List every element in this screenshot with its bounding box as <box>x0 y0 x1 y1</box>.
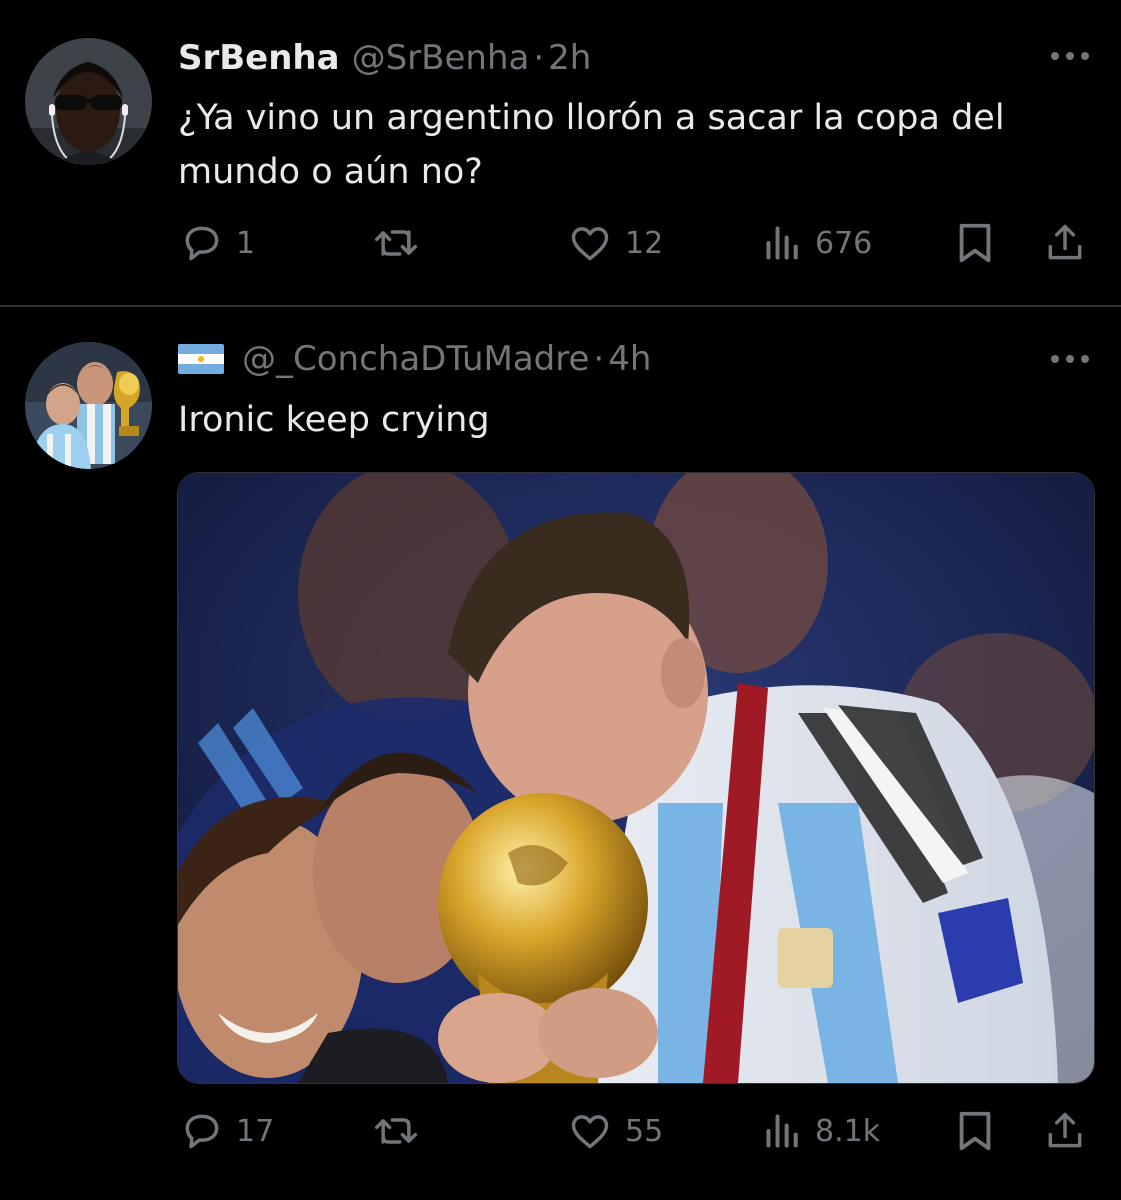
share-upload-icon <box>1048 1112 1082 1148</box>
action-bar: 17 55 8.1k <box>0 1107 1121 1155</box>
more-options-button[interactable] <box>1049 349 1091 369</box>
retweet-button[interactable] <box>372 1107 420 1155</box>
share-upload-icon <box>1048 224 1082 260</box>
bar-chart-icon <box>766 226 798 260</box>
reply-count: 17 <box>236 1113 275 1149</box>
tweet-text: Ironic keep crying <box>178 400 490 440</box>
reply-button[interactable]: 1 <box>180 219 255 267</box>
bookmark-icon <box>959 223 991 263</box>
action-bar: 1 12 676 <box>0 219 1121 267</box>
avatar-image <box>25 342 152 469</box>
reply-button[interactable]: 17 <box>180 1107 274 1155</box>
retweet-arrows-icon <box>375 1118 417 1144</box>
retweet-arrows-icon <box>375 230 417 256</box>
world-cup-celebration-photo <box>178 473 1094 1083</box>
argentina-flag-icon <box>178 344 224 374</box>
user-handle[interactable]: @_ConchaDTuMadre <box>242 339 589 379</box>
more-options-button[interactable] <box>1049 46 1091 66</box>
tweet-media-photo[interactable] <box>177 472 1095 1084</box>
view-count: 676 <box>815 225 873 261</box>
avatar[interactable] <box>25 342 152 469</box>
views-button[interactable]: 8.1k <box>763 1107 880 1155</box>
speech-bubble-icon <box>185 1114 219 1149</box>
tweet[interactable]: @_ConchaDTuMadre · 4h Ironic keep crying <box>0 307 1121 1200</box>
separator-dot: · <box>593 339 605 379</box>
reply-count: 1 <box>236 225 256 261</box>
timestamp[interactable]: 2h <box>548 38 591 78</box>
views-button[interactable]: 676 <box>763 219 872 267</box>
display-name[interactable]: SrBenha <box>178 38 340 78</box>
bar-chart-icon <box>766 1114 798 1148</box>
heart-icon <box>571 1115 609 1149</box>
like-count: 12 <box>625 225 664 261</box>
like-count: 55 <box>625 1113 664 1149</box>
avatar[interactable] <box>25 38 152 165</box>
tweet[interactable]: SrBenha @SrBenha · 2h ¿Ya vino un argent… <box>0 0 1121 305</box>
bookmark-icon <box>959 1111 991 1151</box>
user-handle[interactable]: @SrBenha <box>352 38 530 78</box>
like-button[interactable]: 12 <box>567 219 663 267</box>
tweet-header: @_ConchaDTuMadre · 4h <box>178 337 651 381</box>
retweet-button[interactable] <box>372 219 420 267</box>
like-button[interactable]: 55 <box>567 1107 663 1155</box>
tweet-text: ¿Ya vino un argentino llorón a sacar la … <box>178 98 1005 192</box>
bookmark-button[interactable] <box>955 219 995 267</box>
more-dots-icon <box>1051 52 1089 60</box>
more-dots-icon <box>1051 355 1089 363</box>
tweet-header: SrBenha @SrBenha · 2h <box>178 36 591 80</box>
speech-bubble-icon <box>185 226 219 261</box>
share-button[interactable] <box>1043 1107 1087 1155</box>
timestamp[interactable]: 4h <box>608 339 651 379</box>
separator-dot: · <box>533 38 545 78</box>
avatar-image <box>25 38 152 165</box>
view-count: 8.1k <box>815 1113 881 1149</box>
share-button[interactable] <box>1043 219 1087 267</box>
heart-icon <box>571 227 609 261</box>
bookmark-button[interactable] <box>955 1107 995 1155</box>
